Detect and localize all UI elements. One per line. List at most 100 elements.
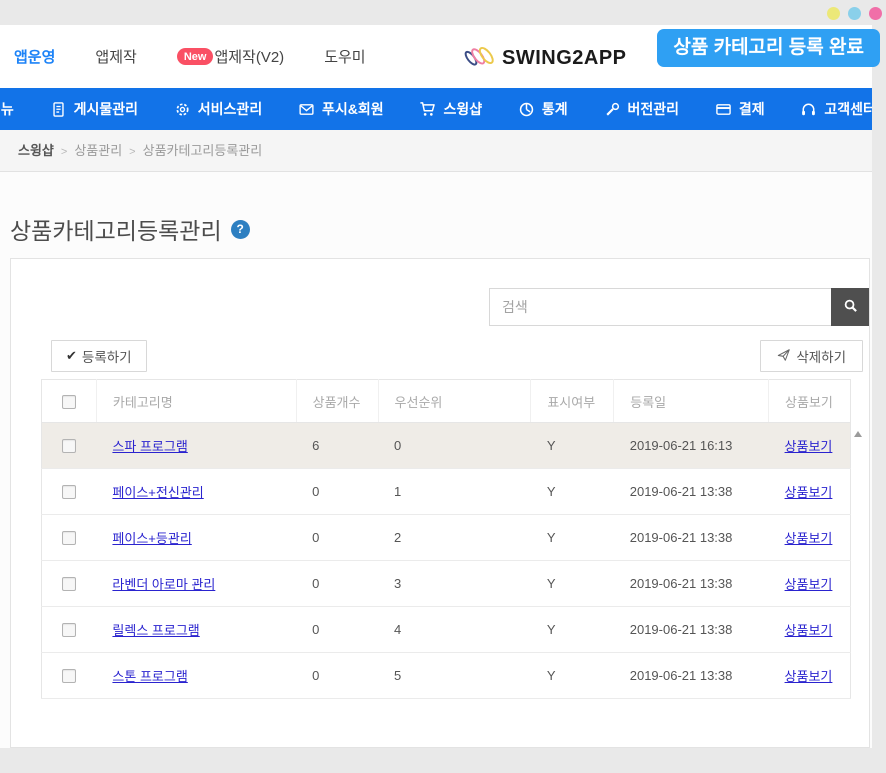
menubar-item-service[interactable]: 서비스관리 — [174, 99, 262, 119]
select-all-checkbox[interactable] — [62, 395, 76, 409]
headset-icon — [800, 101, 817, 118]
clock-chart-icon — [518, 101, 535, 118]
view-products-cell: 상품보기 — [769, 561, 851, 607]
table-header-row: 카테고리명 상품개수 우선순위 표시여부 등록일 상품보기 — [42, 380, 851, 423]
nav-app-make-v2-label: 앱제작(V2) — [214, 46, 284, 67]
priority-cell: 3 — [378, 561, 531, 607]
priority-cell: 5 — [378, 653, 531, 699]
menubar-items: 메뉴 게시물관리 서비스관리 푸시&회원 스윙샵 통계 버전관리 결제 고객센터 — [0, 88, 872, 130]
view-products-link[interactable]: 상품보기 — [785, 623, 833, 638]
row-checkbox[interactable] — [62, 669, 76, 683]
nav-app-make[interactable]: 앱제작 — [95, 46, 136, 67]
category-link[interactable]: 릴렉스 프로그램 — [112, 623, 199, 638]
registered-date-cell: 2019-06-21 16:13 — [614, 423, 769, 469]
category-cell: 스파 프로그램 — [96, 423, 296, 469]
menubar-item-payment[interactable]: 결제 — [715, 99, 765, 119]
breadcrumb-item-2[interactable]: 상품카테고리등록관리 — [143, 143, 263, 158]
page-scrollbar-track[interactable] — [872, 25, 886, 748]
window-dot-yellow[interactable] — [827, 7, 840, 20]
menubar-item-posts[interactable]: 게시물관리 — [50, 99, 138, 119]
menubar-item-label: 고객센터 — [824, 99, 872, 119]
product-count-cell: 0 — [296, 607, 378, 653]
priority-cell: 1 — [378, 469, 531, 515]
row-checkbox[interactable] — [62, 531, 76, 545]
menubar-item-stats[interactable]: 통계 — [518, 99, 568, 119]
window-dot-pink[interactable] — [869, 7, 882, 20]
view-products-link[interactable]: 상품보기 — [785, 485, 833, 500]
menubar-item-label: 푸시&회원 — [322, 99, 384, 119]
category-link[interactable]: 라벤더 아로마 관리 — [112, 577, 215, 592]
delete-button-label: 삭제하기 — [796, 346, 846, 366]
category-cell: 스톤 프로그램 — [96, 653, 296, 699]
menubar-item-label: 서비스관리 — [198, 99, 262, 119]
priority-cell: 4 — [378, 607, 531, 653]
row-checkbox[interactable] — [62, 623, 76, 637]
breadcrumb: 스윙샵>상품관리>상품카테고리등록관리 — [0, 130, 872, 172]
product-count-cell: 0 — [296, 515, 378, 561]
visible-cell: Y — [531, 653, 614, 699]
product-count-cell: 0 — [296, 561, 378, 607]
scrollbar-up-arrow[interactable] — [854, 431, 862, 437]
breadcrumb-item-1[interactable]: 상품관리 — [74, 143, 122, 158]
nav-helper[interactable]: 도우미 — [324, 46, 365, 67]
registered-date-cell: 2019-06-21 13:38 — [614, 607, 769, 653]
view-products-link[interactable]: 상품보기 — [785, 439, 833, 454]
table-row: 페이스+등관리02Y2019-06-21 13:38상품보기 — [42, 515, 851, 561]
category-link[interactable]: 스파 프로그램 — [112, 439, 187, 454]
category-link[interactable]: 페이스+등관리 — [112, 531, 191, 546]
help-icon[interactable]: ? — [231, 220, 250, 239]
view-products-link[interactable]: 상품보기 — [785, 669, 833, 684]
delete-button[interactable]: 삭제하기 — [760, 340, 863, 372]
col-registered-date: 등록일 — [614, 380, 769, 423]
page-title: 상품카테고리등록관리 — [10, 212, 222, 246]
breadcrumb-item-0[interactable]: 스윙샵 — [18, 143, 54, 158]
main-content: 상품카테고리등록관리 ? ✔ 등록하기 — [0, 172, 872, 748]
paper-plane-icon — [777, 348, 791, 365]
view-products-cell: 상품보기 — [769, 469, 851, 515]
menubar-item-label: 게시물관리 — [74, 99, 138, 119]
menubar-item-menu[interactable]: 메뉴 — [0, 99, 14, 119]
menubar-item-label: 결제 — [739, 99, 765, 119]
nav-app-operation[interactable]: 앱운영 — [14, 46, 55, 67]
menubar-item-label: 메뉴 — [0, 99, 14, 119]
window-titlebar — [0, 0, 886, 25]
table-row: 스파 프로그램60Y2019-06-21 16:13상품보기 — [42, 423, 851, 469]
category-link[interactable]: 스톤 프로그램 — [112, 669, 187, 684]
product-count-cell: 0 — [296, 469, 378, 515]
col-view-products: 상품보기 — [769, 380, 851, 423]
document-icon — [50, 101, 67, 118]
table-row: 스톤 프로그램 05Y2019-06-21 13:38 상품보기 — [42, 653, 851, 699]
category-cell: 페이스+등관리 — [96, 515, 296, 561]
view-products-link[interactable]: 상품보기 — [785, 531, 833, 546]
row-checkbox[interactable] — [62, 485, 76, 499]
view-products-link[interactable]: 상품보기 — [785, 577, 833, 592]
menubar-item-support[interactable]: 고객센터 — [800, 99, 872, 119]
registered-date-cell: 2019-06-21 13:38 — [614, 515, 769, 561]
registered-date-cell: 2019-06-21 13:38 — [614, 653, 769, 699]
menubar-item-swingshop[interactable]: 스윙샵 — [419, 99, 482, 119]
registered-date-cell: 2019-06-21 13:38 — [614, 469, 769, 515]
table-row: 페이스+전신관리01Y2019-06-21 13:38상품보기 — [42, 469, 851, 515]
search-icon — [843, 298, 858, 316]
search-button[interactable] — [831, 288, 869, 326]
logo[interactable]: SWING2APP — [462, 42, 627, 74]
window-dot-blue[interactable] — [848, 7, 861, 20]
priority-cell: 0 — [378, 423, 531, 469]
row-checkbox[interactable] — [62, 439, 76, 453]
check-icon: ✔ — [66, 348, 77, 364]
registered-date-cell: 2019-06-21 13:38 — [614, 561, 769, 607]
menubar-item-push-member[interactable]: 푸시&회원 — [298, 99, 384, 119]
search-bar — [489, 288, 869, 326]
register-button[interactable]: ✔ 등록하기 — [51, 340, 147, 372]
table-row: 라벤더 아로마 관리03Y2019-06-21 13:38상품보기 — [42, 561, 851, 607]
breadcrumb-separator: > — [129, 146, 135, 158]
row-checkbox[interactable] — [62, 577, 76, 591]
category-link[interactable]: 페이스+전신관리 — [112, 485, 203, 500]
search-input[interactable] — [489, 288, 831, 326]
cart-icon — [419, 101, 436, 118]
nav-app-make-v2[interactable]: New 앱제작(V2) — [177, 46, 284, 67]
menubar-item-version[interactable]: 버전관리 — [604, 99, 680, 119]
product-count-cell: 0 — [296, 653, 378, 699]
col-priority: 우선순위 — [378, 380, 531, 423]
category-cell: 라벤더 아로마 관리 — [96, 561, 296, 607]
